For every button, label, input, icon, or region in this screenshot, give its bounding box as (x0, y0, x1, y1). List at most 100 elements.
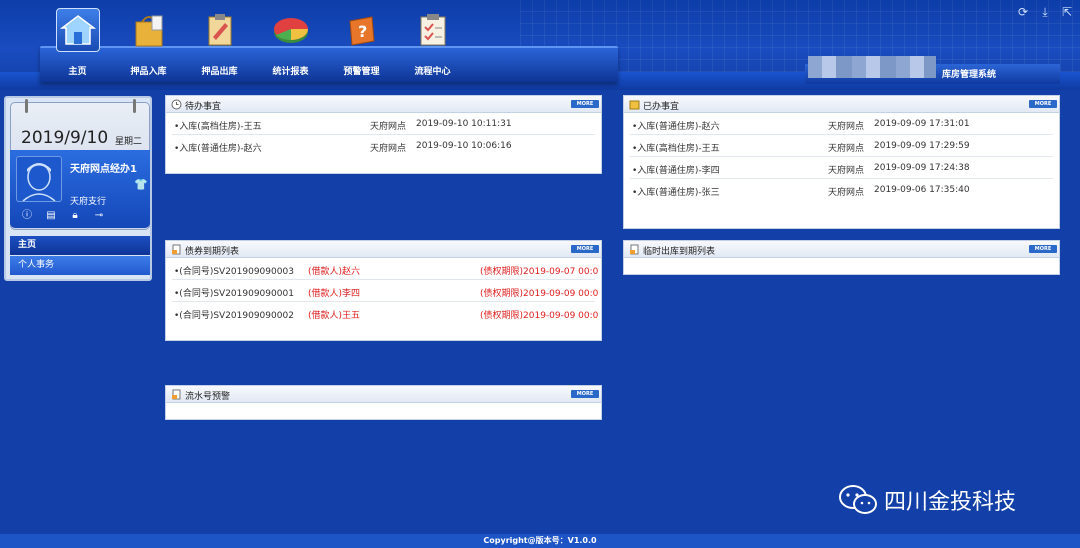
document-icon[interactable]: ▤ (44, 210, 58, 222)
svg-text:?: ? (358, 22, 367, 41)
todo-panel: 待办事宜 MORE •入库(高档住房)-王五 天府网点 2019-09-10 1… (165, 95, 602, 174)
wechat-icon (839, 485, 877, 514)
more-button[interactable]: MORE (571, 390, 599, 398)
left-sidebar: 2019/9/10 星期二 天府网点经办1 👕 天府支行 ⓘ ▤ 🔒︎ ⊸ 主页… (4, 96, 152, 281)
panel-title: 临时出库到期列表 (643, 247, 716, 257)
item-site: 天府网点 (370, 144, 407, 154)
list-item[interactable]: •入库(普通住房)-李四 天府网点 2019-09-09 17:24:38 (630, 157, 1053, 179)
item-site: 天府网点 (828, 122, 865, 132)
blurred-logo (808, 56, 936, 78)
panel-title: 流水号预警 (185, 392, 231, 402)
item-site: 天府网点 (828, 188, 865, 198)
panel-header: 债券到期列表 MORE (166, 241, 601, 258)
list-item[interactable]: •入库(普通住房)-张三 天府网点 2019-09-06 17:35:40 (630, 179, 1053, 201)
bag-icon (127, 8, 171, 52)
nav-label: 预警管理 (343, 67, 380, 77)
top-header: ⟳ ⤓ ⇱ 主页 押品入库 押品出库 统计报表 ? 预警管理 流程中心 库房管理… (0, 0, 1080, 90)
refresh-icon[interactable]: ⟳ (1016, 5, 1030, 19)
more-button[interactable]: MORE (1029, 100, 1057, 108)
item-time: 2019-09-09 17:31:01 (874, 119, 970, 129)
panel-header: 临时出库到期列表 MORE (624, 241, 1059, 258)
sidebar-menu: 主页 个人事务 (10, 236, 150, 275)
borrower: (借款人)李四 (308, 289, 361, 299)
plug-icon[interactable]: ⊸ (92, 210, 106, 222)
list-item[interactable]: •(合同号)SV201909090002 (借款人)王五 (债权期限)2019-… (172, 302, 598, 324)
item-title: •入库(普通住房)-张三 (632, 188, 720, 198)
user-org: 天府支行 (70, 197, 107, 207)
list-item[interactable]: •入库(高档住房)-王五 天府网点 2019-09-09 17:29:59 (630, 135, 1053, 157)
list-item[interactable]: •(合同号)SV201909090001 (借款人)李四 (债权期限)2019-… (172, 280, 598, 302)
lock-icon[interactable]: 🔒︎ (68, 210, 82, 222)
item-site: 天府网点 (828, 166, 865, 176)
exit-icon[interactable]: ⇱ (1060, 5, 1074, 19)
item-title: •入库(普通住房)-赵六 (174, 144, 262, 154)
nav-item-inbound[interactable]: 押品入库 (113, 8, 184, 78)
contract-no: •(合同号)SV201909090003 (174, 267, 294, 277)
due-date: (债权期限)2019-09-09 00:00 (480, 311, 598, 321)
done-list: •入库(普通住房)-赵六 天府网点 2019-09-09 17:31:01 •入… (624, 113, 1059, 201)
panel-header: 待办事宜 MORE (166, 96, 601, 113)
item-site: 天府网点 (828, 144, 865, 154)
contract-no: •(合同号)SV201909090001 (174, 289, 294, 299)
window-controls: ⟳ ⤓ ⇱ (1016, 5, 1074, 19)
footer-copyright: Copyright@版本号：V1.0.0 (0, 534, 1080, 548)
list-item[interactable]: •(合同号)SV201909090003 (借款人)赵六 (债权期限)2019-… (172, 258, 598, 280)
checklist-icon (411, 8, 455, 52)
watermark-text: 四川金投科技 (884, 490, 1017, 515)
document-icon (630, 244, 639, 255)
user-profile: 天府网点经办1 👕 天府支行 ⓘ ▤ 🔒︎ ⊸ (10, 150, 150, 228)
panel-header: 已办事宜 MORE (624, 96, 1059, 113)
pie-chart-icon (269, 8, 313, 52)
borrower: (借款人)赵六 (308, 267, 361, 277)
user-name: 天府网点经办1 (70, 164, 137, 175)
item-site: 天府网点 (370, 122, 407, 132)
list-item[interactable]: •入库(普通住房)-赵六 天府网点 2019-09-10 10:06:16 (172, 135, 595, 157)
shirt-icon: 👕 (134, 178, 148, 191)
watermark: 四川金投科技 (838, 484, 1016, 516)
item-time: 2019-09-09 17:29:59 (874, 141, 970, 151)
item-time: 2019-09-10 10:06:16 (416, 141, 512, 151)
more-button[interactable]: MORE (571, 100, 599, 108)
nav-item-home[interactable]: 主页 (42, 8, 113, 78)
avatar (16, 156, 62, 202)
sidebar-item-personal[interactable]: 个人事务 (10, 256, 150, 275)
more-button[interactable]: MORE (571, 245, 599, 253)
item-time: 2019-09-10 10:11:31 (416, 119, 512, 129)
item-title: •入库(普通住房)-李四 (632, 166, 720, 176)
nav-item-workflow[interactable]: 流程中心 (397, 8, 468, 78)
due-date: (债权期限)2019-09-07 00:00 (480, 267, 598, 277)
main-nav: 主页 押品入库 押品出库 统计报表 ? 预警管理 流程中心 (42, 8, 468, 78)
list-item[interactable]: •入库(普通住房)-赵六 天府网点 2019-09-09 17:31:01 (630, 113, 1053, 135)
clipboard-icon (198, 8, 242, 52)
nav-label: 押品入库 (130, 67, 167, 77)
more-button[interactable]: MORE (1029, 245, 1057, 253)
panel-title: 已办事宜 (643, 102, 680, 112)
item-time: 2019-09-06 17:35:40 (874, 185, 970, 195)
panel-title: 债券到期列表 (185, 247, 240, 257)
current-weekday: 星期二 (115, 137, 143, 147)
nav-label: 押品出库 (201, 67, 238, 77)
item-time: 2019-09-09 17:24:38 (874, 163, 970, 173)
nav-label: 流程中心 (414, 67, 451, 77)
system-title: 库房管理系统 (942, 70, 997, 80)
clock-icon (171, 99, 182, 110)
document-icon (172, 389, 181, 400)
download-icon[interactable]: ⤓ (1038, 5, 1052, 19)
serial-warning-panel: 流水号预警 MORE (165, 385, 602, 420)
done-panel: 已办事宜 MORE •入库(普通住房)-赵六 天府网点 2019-09-09 1… (623, 95, 1060, 229)
nav-label: 主页 (68, 67, 87, 77)
house-icon (55, 8, 100, 52)
nav-item-reports[interactable]: 统计报表 (255, 8, 326, 78)
due-date: (债权期限)2019-09-09 00:00 (480, 289, 598, 299)
nav-item-outbound[interactable]: 押品出库 (184, 8, 255, 78)
item-title: •入库(高档住房)-王五 (174, 122, 262, 132)
panel-title: 待办事宜 (185, 102, 222, 112)
debt-due-panel: 债券到期列表 MORE •(合同号)SV201909090003 (借款人)赵六… (165, 240, 602, 341)
folder-icon (629, 100, 640, 110)
nav-item-warnings[interactable]: ? 预警管理 (326, 8, 397, 78)
sidebar-item-home[interactable]: 主页 (10, 236, 150, 255)
item-title: •入库(普通住房)-赵六 (632, 122, 720, 132)
nav-label: 统计报表 (272, 67, 309, 77)
info-icon[interactable]: ⓘ (20, 210, 34, 222)
list-item[interactable]: •入库(高档住房)-王五 天府网点 2019-09-10 10:11:31 (172, 113, 595, 135)
